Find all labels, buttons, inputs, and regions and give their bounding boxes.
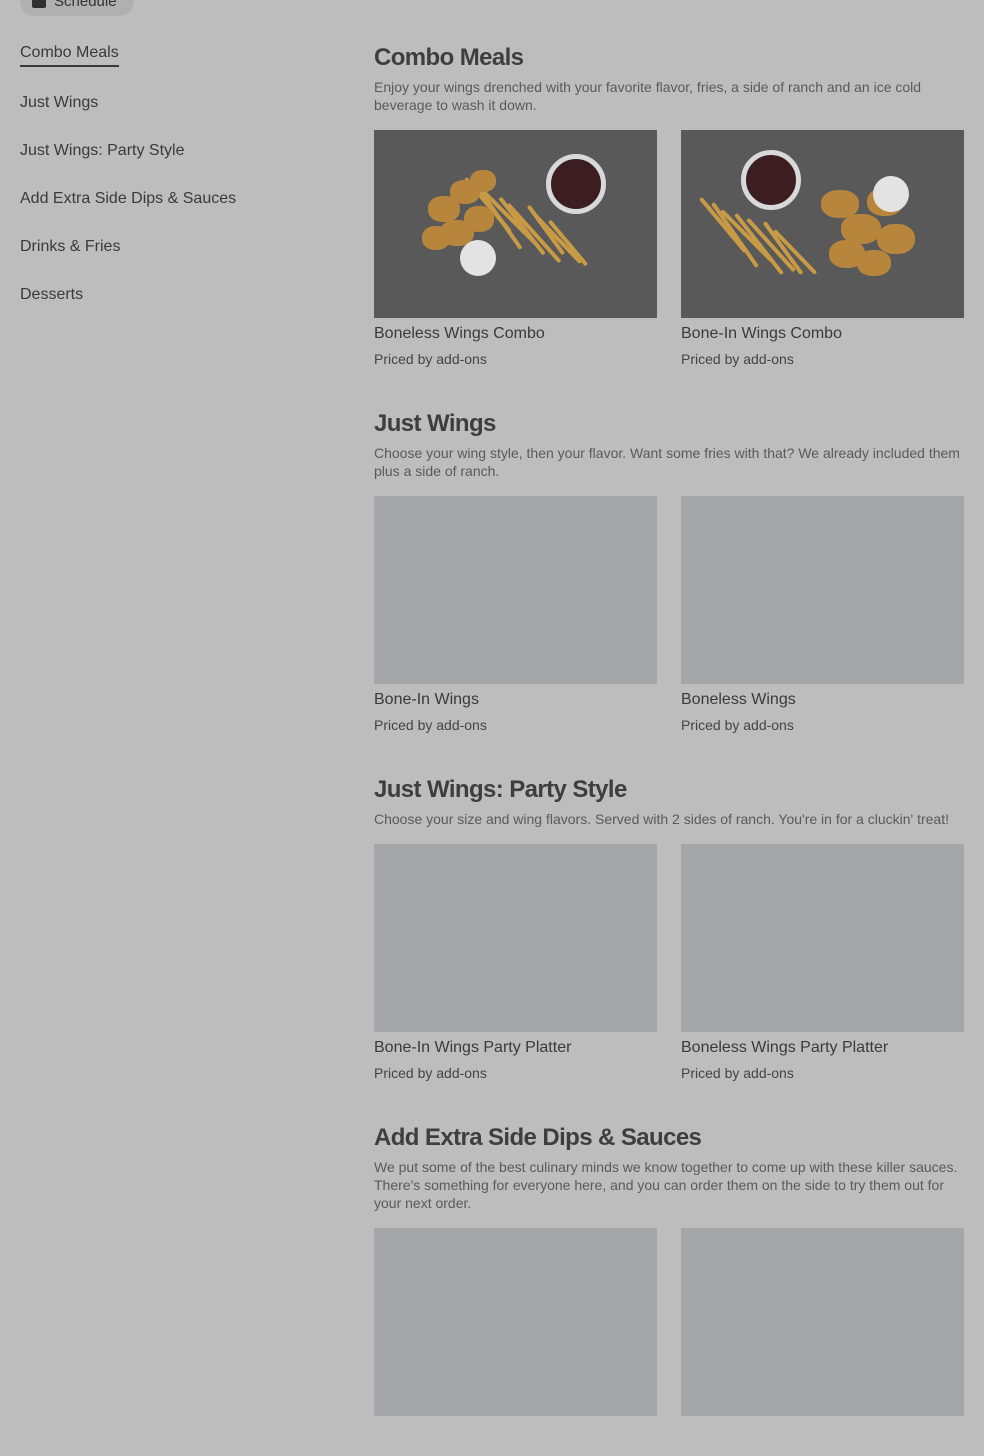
sidebar-item-just-wings[interactable]: Just Wings (20, 92, 320, 114)
menu-item-card[interactable]: Bone-In Wings Priced by add-ons (374, 496, 657, 734)
sidebar-item-party-style[interactable]: Just Wings: Party Style (20, 140, 320, 162)
section-side-dips: Add Extra Side Dips & Sauces We put some… (374, 1122, 964, 1416)
menu-item-name: Boneless Wings Party Platter (681, 1039, 889, 1056)
sidebar-item-side-dips[interactable]: Add Extra Side Dips & Sauces (20, 188, 320, 210)
image-placeholder (681, 496, 964, 684)
menu-item-card[interactable]: Bone-In Wings Party Platter Priced by ad… (374, 844, 657, 1082)
sidebar-item-drinks-fries[interactable]: Drinks & Fries (20, 236, 320, 258)
section-title: Just Wings (374, 410, 496, 437)
menu-item-name: Bone-In Wings Party Platter (374, 1039, 572, 1056)
image-placeholder (374, 844, 657, 1032)
menu-item-price: Priced by add-ons (374, 351, 487, 367)
menu-item-name: Bone-In Wings Combo (681, 325, 842, 342)
image-placeholder (681, 844, 964, 1032)
section-title: Just Wings: Party Style (374, 776, 627, 803)
menu-content: Combo Meals Enjoy your wings drenched wi… (374, 42, 964, 1456)
section-description: Choose your wing style, then your flavor… (374, 445, 960, 479)
menu-item-card[interactable] (374, 1228, 657, 1416)
section-combo-meals: Combo Meals Enjoy your wings drenched wi… (374, 42, 964, 368)
section-title: Combo Meals (374, 44, 524, 71)
menu-item-name: Boneless Wings (681, 691, 796, 708)
menu-item-card[interactable]: Boneless Wings Combo Priced by add-ons (374, 130, 657, 368)
section-description: We put some of the best culinary minds w… (374, 1159, 958, 1211)
menu-item-price: Priced by add-ons (374, 717, 487, 733)
schedule-label: Schedule (54, 0, 117, 10)
sidebar-item-combo-meals[interactable]: Combo Meals (20, 42, 119, 67)
menu-item-price: Priced by add-ons (681, 351, 794, 367)
section-description: Choose your size and wing flavors. Serve… (374, 811, 949, 827)
category-sidebar: Combo Meals Just Wings Just Wings: Party… (20, 42, 320, 332)
menu-item-card[interactable]: Boneless Wings Priced by add-ons (681, 496, 964, 734)
calendar-icon (32, 0, 46, 8)
menu-item-price: Priced by add-ons (681, 1065, 794, 1081)
section-title: Add Extra Side Dips & Sauces (374, 1124, 702, 1151)
menu-item-card[interactable]: Boneless Wings Party Platter Priced by a… (681, 844, 964, 1082)
section-description: Enjoy your wings drenched with your favo… (374, 79, 922, 113)
menu-item-name: Boneless Wings Combo (374, 325, 545, 342)
image-placeholder (374, 496, 657, 684)
boneless-combo-photo (374, 130, 657, 318)
section-party-style: Just Wings: Party Style Choose your size… (374, 774, 964, 1082)
menu-item-price: Priced by add-ons (374, 1065, 487, 1081)
sidebar-item-desserts[interactable]: Desserts (20, 284, 320, 306)
menu-item-price: Priced by add-ons (681, 717, 794, 733)
section-just-wings: Just Wings Choose your wing style, then … (374, 408, 964, 734)
menu-item-card[interactable]: Bone-In Wings Combo Priced by add-ons (681, 130, 964, 368)
image-placeholder (681, 1228, 964, 1416)
menu-item-card[interactable] (681, 1228, 964, 1416)
image-placeholder (374, 1228, 657, 1416)
bone-in-combo-photo (681, 130, 964, 318)
schedule-button[interactable]: Schedule (20, 0, 134, 16)
menu-item-name: Bone-In Wings (374, 691, 479, 708)
